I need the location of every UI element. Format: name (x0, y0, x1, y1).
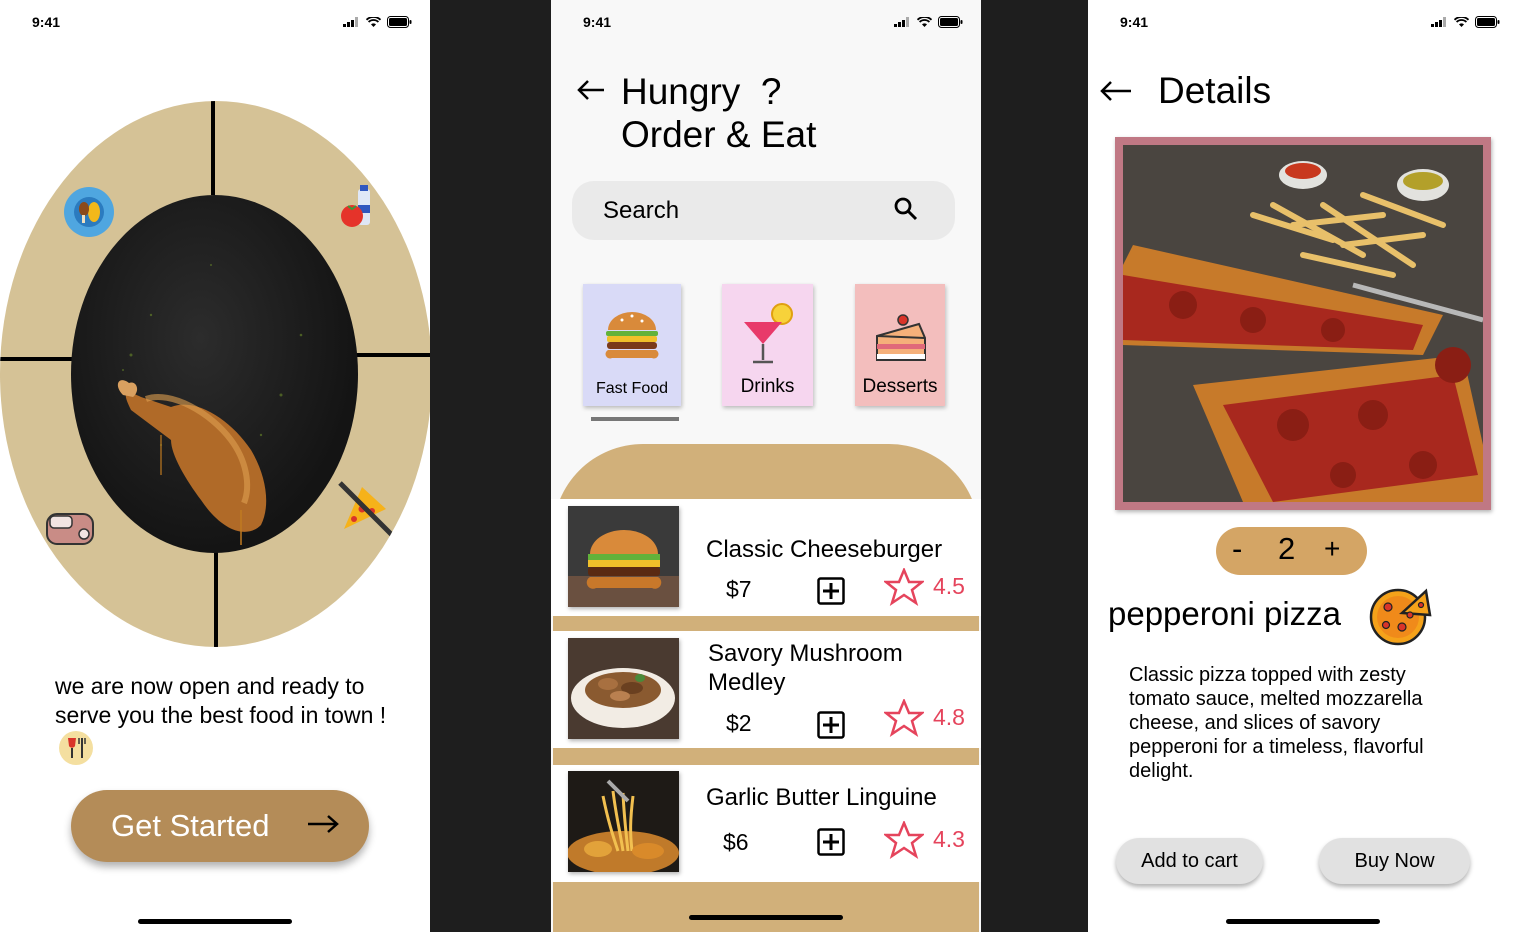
qty-decrement-button[interactable]: - (1232, 531, 1242, 567)
divider-right (356, 353, 430, 357)
no-pizza-icon (334, 479, 394, 539)
mushroom-photo (568, 638, 679, 739)
cocktail-icon (743, 303, 793, 364)
back-arrow-icon[interactable] (577, 78, 605, 102)
home-indicator (138, 919, 292, 924)
category-drinks[interactable]: Drinks (722, 284, 813, 406)
item-rating: 4.8 (933, 704, 965, 730)
status-bar: 9:41 (551, 14, 981, 32)
add-to-cart-label: Add to cart (1141, 849, 1238, 872)
item-price: $2 (726, 710, 752, 736)
product-photo-frame (1115, 137, 1491, 510)
star-icon (884, 568, 924, 606)
cellular-icon (1431, 17, 1446, 27)
qty-value: 2 (1278, 531, 1296, 566)
pizza-icon (1369, 588, 1432, 646)
item-rating: 4.3 (933, 826, 965, 852)
add-item-icon[interactable] (817, 711, 845, 739)
category-label: Drinks (740, 376, 795, 397)
details-screen: 9:41 Details - 2 + pepperoni pizza Class… (1088, 0, 1518, 932)
menu-item-row[interactable]: Savory Mushroom Medley $2 4.8 (551, 631, 981, 748)
category-fast-food[interactable]: Fast Food (583, 284, 681, 406)
search-icon[interactable] (893, 196, 919, 222)
wine-fork-icon (59, 731, 93, 765)
battery-icon (938, 16, 963, 28)
cellular-icon (894, 17, 909, 27)
onboarding-screen: 9:41 we are now open and ready to serve … (0, 0, 430, 932)
back-arrow-icon[interactable] (1100, 79, 1132, 103)
menu-title-line2: Order & Eat (621, 114, 817, 155)
product-description: Classic pizza topped with zesty tomato s… (1129, 664, 1424, 782)
menu-item-row[interactable]: Classic Cheeseburger $7 4.5 (551, 499, 981, 616)
item-price: $7 (726, 576, 752, 602)
menu-screen: 9:41 Hungry ? Order & Eat Search Fast Fo… (551, 0, 981, 932)
item-price: $6 (723, 829, 749, 855)
status-bar: 9:41 (1088, 14, 1518, 32)
status-time: 9:41 (583, 14, 612, 30)
search-input[interactable]: Search (572, 181, 955, 240)
menu-title: Hungry ? Order & Eat (621, 70, 816, 156)
buy-now-button[interactable]: Buy Now (1319, 838, 1470, 884)
wifi-icon (366, 16, 381, 27)
tomato-bottle-icon (336, 185, 380, 231)
item-name: Savory Mushroom Medley (708, 640, 903, 696)
status-time: 9:41 (1120, 14, 1149, 30)
divider-bottom (214, 551, 218, 647)
pepperoni-pizza-photo (1123, 145, 1483, 502)
category-desserts[interactable]: Desserts (855, 284, 945, 406)
battery-icon (387, 16, 412, 28)
item-name: Garlic Butter Linguine (706, 784, 937, 811)
cheeseburger-photo (568, 506, 679, 607)
linguine-photo (568, 771, 679, 872)
battery-icon (1475, 16, 1500, 28)
hero-oval (0, 101, 430, 647)
get-started-label: Get Started (111, 808, 270, 843)
product-name: pepperoni pizza (1108, 595, 1341, 632)
item-name: Classic Cheeseburger (706, 536, 943, 563)
onboarding-tagline: we are now open and ready to serve you t… (55, 672, 415, 766)
hero-dark-plate (71, 195, 358, 553)
add-item-icon[interactable] (817, 577, 845, 605)
cake-icon (876, 314, 926, 361)
item-rating: 4.5 (933, 573, 965, 599)
divider-top (211, 101, 215, 195)
divider-left (0, 357, 72, 361)
status-bar: 9:41 (0, 14, 430, 32)
cellular-icon (343, 17, 358, 27)
star-icon (884, 821, 924, 859)
burger-icon (605, 312, 659, 359)
status-time: 9:41 (32, 14, 61, 30)
menu-item-row[interactable]: Garlic Butter Linguine $6 4.3 (551, 765, 981, 882)
wifi-icon (917, 16, 932, 27)
meat-steak-icon (44, 506, 98, 550)
star-icon (884, 699, 924, 737)
add-item-icon[interactable] (817, 828, 845, 856)
chicken-corn-icon (64, 187, 114, 237)
wifi-icon (1454, 16, 1469, 27)
menu-title-line1: Hungry ? (621, 71, 782, 112)
qty-increment-button[interactable]: + (1324, 533, 1340, 565)
category-label: Fast Food (595, 380, 669, 397)
category-label: Desserts (862, 376, 938, 397)
search-placeholder: Search (603, 196, 680, 224)
selected-category-indicator (591, 417, 679, 421)
home-indicator (689, 915, 843, 920)
chicken-drumstick-image (117, 264, 303, 545)
arrow-right-icon (308, 815, 339, 833)
get-started-button[interactable]: Get Started (71, 790, 369, 862)
add-to-cart-button[interactable]: Add to cart (1116, 838, 1263, 884)
buy-now-label: Buy Now (1354, 849, 1435, 872)
quantity-stepper[interactable]: - 2 + (1216, 527, 1367, 575)
home-indicator (1226, 919, 1380, 924)
details-title: Details (1158, 70, 1272, 111)
